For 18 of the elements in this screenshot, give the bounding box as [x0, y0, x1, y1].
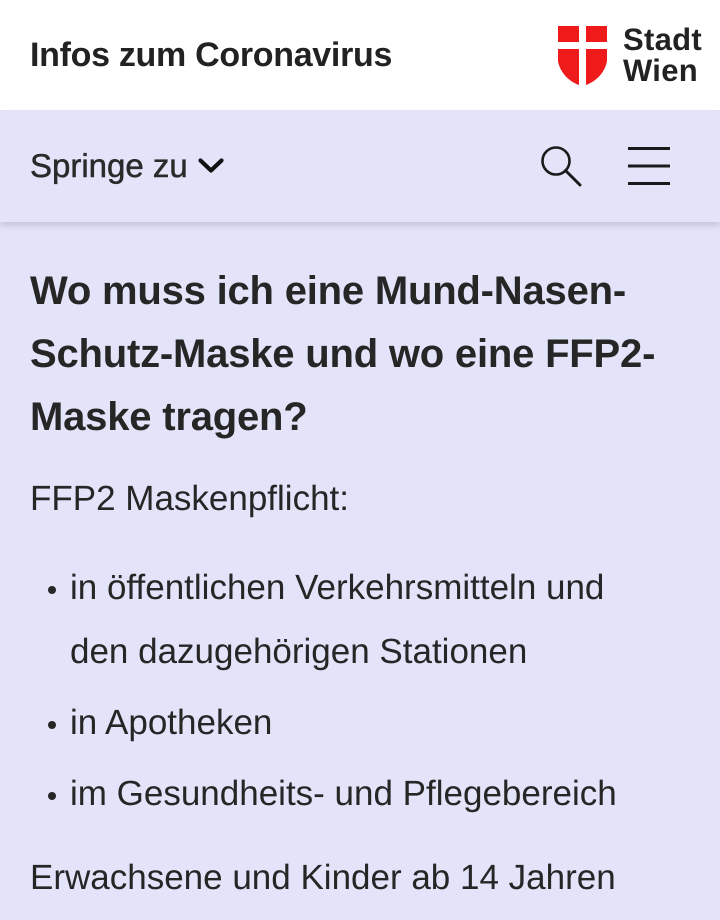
menu-icon	[628, 147, 670, 185]
bullet-icon	[48, 792, 56, 800]
logo-text: Stadt Wien	[623, 24, 702, 86]
chevron-down-icon	[198, 158, 224, 174]
list-item-text: im Gesundheits- und Pflegebereich	[70, 773, 617, 815]
menu-button[interactable]	[628, 147, 670, 185]
jump-menu-button[interactable]: Springe zu	[30, 141, 224, 191]
shield-icon	[558, 26, 607, 84]
body-text: Erwachsene und Kinder ab 14 Jahren	[30, 857, 617, 899]
bullet-icon	[48, 586, 56, 594]
article-heading: Wo muss ich eine Mund-Nasen-Schutz-Maske und wo eine FFP2-Maske tragen?	[30, 268, 656, 441]
search-button[interactable]	[540, 145, 582, 187]
logo-link[interactable]: Stadt Wien	[558, 24, 702, 86]
list-item-text: in Apotheken	[70, 702, 272, 744]
site-title: Infos zum Coronavirus	[30, 34, 392, 76]
search-icon	[540, 145, 582, 187]
bullet-icon	[48, 721, 56, 729]
intro-text: FFP2 Maskenpflicht:	[30, 478, 350, 520]
